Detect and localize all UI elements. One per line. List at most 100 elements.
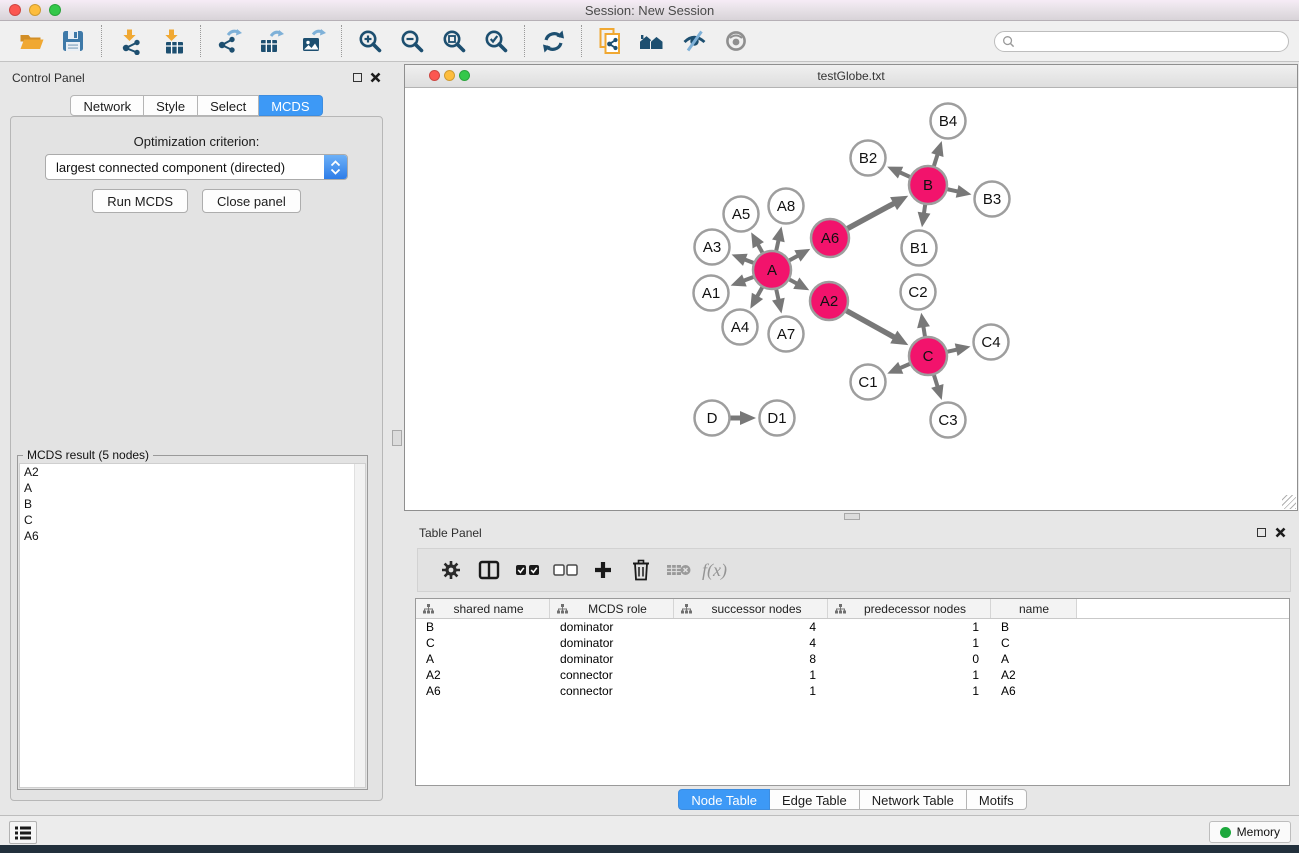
- result-item[interactable]: A2: [20, 464, 365, 480]
- unselect-all-columns-button[interactable]: [546, 552, 584, 588]
- import-table-button[interactable]: [151, 23, 193, 59]
- list-icon: [15, 826, 31, 840]
- result-item[interactable]: A: [20, 480, 365, 496]
- tab-node-table[interactable]: Node Table: [678, 789, 770, 810]
- column-header-shared-name[interactable]: shared name: [416, 599, 550, 618]
- close-panel-button[interactable]: Close panel: [202, 189, 301, 213]
- table-row[interactable]: Cdominator41C: [416, 635, 1289, 651]
- graph-node-C4[interactable]: C4: [974, 325, 1009, 360]
- table-row[interactable]: Bdominator41B: [416, 619, 1289, 635]
- node-table[interactable]: shared nameMCDS role successor nodesprede…: [415, 598, 1290, 786]
- node-label: B2: [859, 150, 877, 167]
- graph-node-B2[interactable]: B2: [851, 141, 886, 176]
- zoom-fit-button[interactable]: [433, 23, 475, 59]
- tab-motifs[interactable]: Motifs: [967, 789, 1027, 810]
- tab-edge-table[interactable]: Edge Table: [770, 789, 860, 810]
- table-cell: 4: [674, 636, 828, 650]
- result-item[interactable]: B: [20, 496, 365, 512]
- node-label: C1: [858, 374, 877, 391]
- export-network-button[interactable]: [208, 23, 250, 59]
- graph-node-D[interactable]: D: [695, 401, 730, 436]
- show-all-networks-button[interactable]: [631, 23, 673, 59]
- export-table-button[interactable]: [250, 23, 292, 59]
- delete-column-button[interactable]: [622, 552, 660, 588]
- mcds-result-list[interactable]: A2ABCA6: [19, 463, 366, 788]
- table-options-button[interactable]: [432, 552, 470, 588]
- search-input[interactable]: [1015, 33, 1288, 49]
- close-table-panel-icon[interactable]: [1275, 527, 1286, 538]
- graph-node-C3[interactable]: C3: [931, 403, 966, 438]
- graph-node-B3[interactable]: B3: [975, 182, 1010, 217]
- network-graph[interactable]: B4 B2 B B3 A5 A8A6 B1 A3 A C2 A1 A2 A4 A7 C4 C C1 C3 D D1: [405, 88, 1297, 510]
- graph-node-A7[interactable]: A7: [769, 317, 804, 352]
- function-builder-button[interactable]: f(x): [702, 560, 727, 581]
- add-column-button[interactable]: [584, 552, 622, 588]
- zoom-in-icon: [357, 28, 383, 54]
- column-tree-icon: [557, 604, 568, 614]
- select-all-columns-button[interactable]: [508, 552, 546, 588]
- graph-node-C2[interactable]: C2: [901, 275, 936, 310]
- graph-node-A1[interactable]: A1: [694, 276, 729, 311]
- horizontal-divider-grip[interactable]: [844, 513, 860, 520]
- graph-node-B1[interactable]: B1: [902, 231, 937, 266]
- network-canvas[interactable]: B4 B2 B B3 A5 A8A6 B1 A3 A C2 A1 A2 A4 A7 C4 C C1 C3 D D1: [405, 88, 1297, 510]
- tab-network-table[interactable]: Network Table: [860, 789, 967, 810]
- graph-node-A4[interactable]: A4: [723, 310, 758, 345]
- graph-node-B4[interactable]: B4: [931, 104, 966, 139]
- vertical-divider-grip[interactable]: [392, 430, 402, 446]
- graph-node-B[interactable]: B: [909, 166, 947, 204]
- close-panel-icon[interactable]: [370, 72, 381, 83]
- tab-select[interactable]: Select: [198, 95, 259, 116]
- memory-button[interactable]: Memory: [1209, 821, 1291, 843]
- column-header-label: successor nodes: [692, 602, 827, 616]
- table-cell: 1: [828, 668, 991, 682]
- tab-style[interactable]: Style: [144, 95, 198, 116]
- column-header-name[interactable]: name: [991, 599, 1077, 618]
- tab-network[interactable]: Network: [70, 95, 144, 116]
- zoom-selected-button[interactable]: [475, 23, 517, 59]
- export-image-button[interactable]: [292, 23, 334, 59]
- edge-A6-B[interactable]: [845, 203, 894, 230]
- float-panel-icon[interactable]: [353, 73, 362, 82]
- table-row[interactable]: A2connector11A2: [416, 667, 1289, 683]
- table-cell: C: [991, 636, 1077, 650]
- run-mcds-button[interactable]: Run MCDS: [92, 189, 188, 213]
- graph-node-A5[interactable]: A5: [724, 197, 759, 232]
- network-window-titlebar[interactable]: testGlobe.txt: [405, 65, 1297, 88]
- graph-node-A2[interactable]: A2: [810, 282, 848, 320]
- column-header-mcds-role[interactable]: MCDS role: [550, 599, 674, 618]
- graph-node-A6[interactable]: A6: [811, 219, 849, 257]
- delete-table-button[interactable]: [660, 552, 698, 588]
- table-cell: A: [416, 652, 550, 666]
- graph-node-C1[interactable]: C1: [851, 365, 886, 400]
- open-session-button[interactable]: [10, 23, 52, 59]
- result-list-scrollbar[interactable]: [354, 464, 365, 787]
- import-network-button[interactable]: [109, 23, 151, 59]
- zoom-in-button[interactable]: [349, 23, 391, 59]
- table-row[interactable]: Adominator80A: [416, 651, 1289, 667]
- hide-panels-button[interactable]: [673, 23, 715, 59]
- apply-layout-button[interactable]: [532, 23, 574, 59]
- save-session-button[interactable]: [52, 23, 94, 59]
- column-header-successor-nodes[interactable]: successor nodes: [674, 599, 828, 618]
- column-header-predecessor-nodes[interactable]: predecessor nodes: [828, 599, 991, 618]
- search-field[interactable]: [994, 31, 1289, 52]
- result-item[interactable]: A6: [20, 528, 365, 544]
- graph-node-C[interactable]: C: [909, 337, 947, 375]
- result-item[interactable]: C: [20, 512, 365, 528]
- graph-node-A8[interactable]: A8: [769, 189, 804, 224]
- show-column-button[interactable]: [470, 552, 508, 588]
- table-row[interactable]: A6connector11A6: [416, 683, 1289, 699]
- new-network-from-selection-button[interactable]: [589, 23, 631, 59]
- float-table-panel-icon[interactable]: [1257, 528, 1266, 537]
- graph-node-A3[interactable]: A3: [695, 230, 730, 265]
- graph-node-D1[interactable]: D1: [760, 401, 795, 436]
- optimization-select[interactable]: largest connected component (directed): [45, 154, 348, 180]
- edge-A2-C[interactable]: [844, 309, 895, 337]
- tab-mcds[interactable]: MCDS: [259, 95, 322, 116]
- zoom-out-button[interactable]: [391, 23, 433, 59]
- task-history-button[interactable]: [9, 821, 37, 844]
- resize-grip-icon[interactable]: [1282, 495, 1296, 509]
- show-panels-button[interactable]: [715, 23, 757, 59]
- graph-node-A[interactable]: A: [753, 251, 791, 289]
